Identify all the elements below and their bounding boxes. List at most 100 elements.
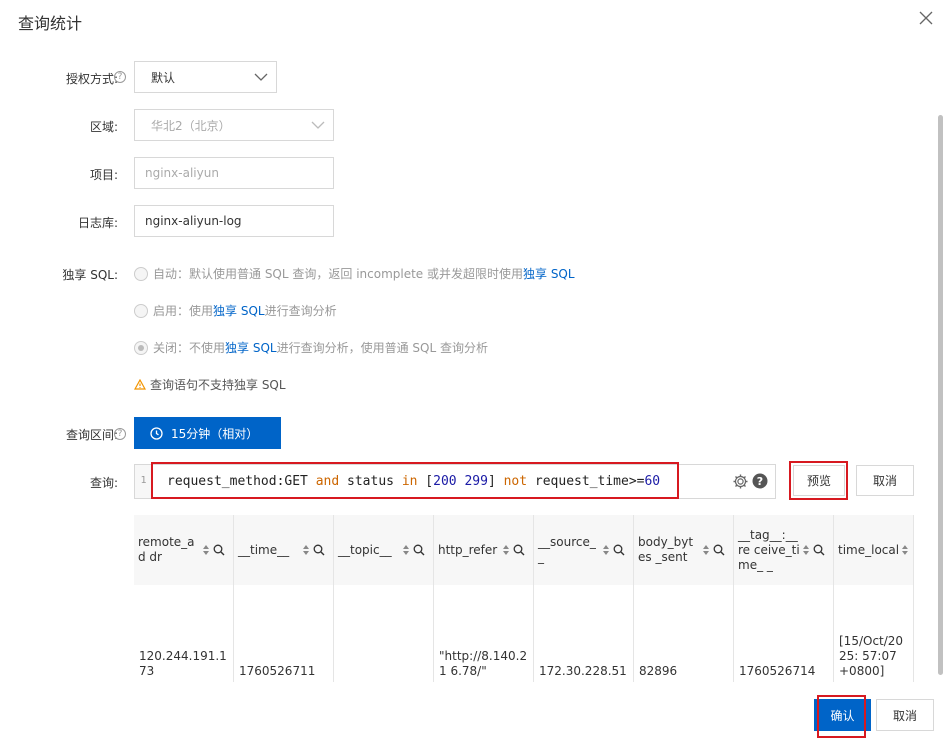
search-icon[interactable] [813, 544, 825, 556]
column-header-label: __time__ [238, 542, 290, 557]
radio-button[interactable] [134, 303, 148, 318]
search-icon[interactable] [513, 544, 525, 556]
column-header[interactable]: body_bytes _sent [634, 515, 734, 585]
query-token: ] [487, 474, 504, 489]
query-token: request_time>= [527, 474, 645, 489]
table-cell-value: 172.30.228.51 [539, 664, 627, 678]
close-icon[interactable] [916, 8, 936, 28]
column-header[interactable]: __topic__ [334, 515, 434, 585]
column-header-label: body_bytes _sent [638, 535, 694, 564]
sql-warning-text: 查询语句不支持独享 SQL [150, 378, 286, 392]
search-icon[interactable] [413, 544, 425, 556]
help-icon[interactable]: ? [114, 428, 126, 440]
auth-label: 授权方式: [65, 72, 118, 86]
radio-sql-enable[interactable]: 启用：使用 独享 SQL 进行查询分析 [134, 302, 337, 319]
cancel-button[interactable]: 取消 [876, 699, 934, 731]
sort-icon[interactable] [502, 544, 510, 556]
dedicated-sql-label: 独享 SQL: [62, 268, 118, 282]
query-token: and [315, 474, 340, 489]
column-header[interactable]: http_refer [434, 515, 534, 585]
table-cell-value: 1760526714 [739, 664, 816, 678]
query-token: not [503, 474, 528, 489]
query-token: in [401, 474, 418, 489]
column-header[interactable]: __time__ [234, 515, 334, 585]
project-label: 项目: [89, 168, 118, 182]
radio-sql-auto[interactable]: 自动：默认使用普通 SQL 查询，返回 incomplete 或并发超限时使用 … [134, 265, 575, 282]
logstore-field-value: nginx-aliyun-log [145, 214, 242, 228]
svg-text:?: ? [757, 475, 763, 488]
column-header[interactable]: time_local [834, 515, 914, 585]
region-select: 华北2（北京） [134, 109, 334, 141]
sort-icon[interactable] [202, 544, 210, 556]
column-header-label: __topic__ [338, 542, 392, 557]
radio-sql-disable-suffix: 进行查询分析，使用普通 SQL 查询分析 [276, 341, 488, 355]
query-editor[interactable]: 1 request_method:GET and status in [200 … [134, 464, 776, 499]
query-cancel-button[interactable]: 取消 [856, 465, 914, 496]
dedicated-sql-link[interactable]: 独享 SQL [213, 302, 265, 319]
radio-sql-disable[interactable]: 关闭：不使用 独享 SQL 进行查询分析，使用普通 SQL 查询分析 [134, 339, 488, 356]
sql-warning: 查询语句不支持独享 SQL [134, 376, 286, 393]
sort-icon[interactable] [702, 544, 710, 556]
radio-sql-enable-text: 启用：使用 [153, 304, 214, 318]
table-header: remote_ad dr __time__ __topic__ http_refer _… [134, 515, 914, 585]
search-icon[interactable] [213, 544, 225, 556]
column-header-label: __source__ [538, 535, 596, 564]
logstore-label: 日志库: [77, 216, 118, 230]
query-code[interactable]: request_method:GET and status in [200 29… [153, 474, 660, 489]
help-circle-icon[interactable]: ? [752, 473, 768, 489]
gear-icon[interactable] [732, 473, 749, 490]
radio-button-checked[interactable] [134, 340, 148, 355]
table-cell: 1760526714 [734, 585, 834, 682]
table-cell-value: 1760526711 [239, 664, 316, 678]
query-token: request_method:GET [167, 474, 316, 489]
radio-sql-disable-text: 关闭：不使用 [153, 341, 226, 355]
sort-icon[interactable] [802, 544, 810, 556]
column-header-label: time_local [838, 542, 900, 557]
region-label: 区域: [89, 120, 118, 134]
sort-icon[interactable] [901, 544, 909, 556]
warning-icon [134, 379, 146, 390]
query-token: 60 [644, 474, 661, 489]
table-cell: 1760526711 [234, 585, 334, 682]
column-header[interactable]: __source__ [534, 515, 634, 585]
sort-icon[interactable] [602, 544, 610, 556]
search-icon[interactable] [713, 544, 725, 556]
query-label: 查询: [89, 476, 118, 490]
column-header-label: http_refer [438, 542, 498, 557]
range-label: 查询区间: [65, 428, 118, 442]
time-range-value: 15分钟（相对） [171, 426, 259, 441]
scrollbar[interactable] [938, 115, 943, 675]
radio-sql-auto-text: 自动：默认使用普通 SQL 查询，返回 incomplete 或并发超限时使用 [153, 267, 523, 281]
query-token: 200 [433, 474, 457, 489]
confirm-button[interactable]: 确认 [814, 699, 871, 731]
dedicated-sql-link[interactable]: 独享 SQL [523, 265, 575, 282]
sort-icon[interactable] [302, 544, 310, 556]
clock-icon [150, 426, 163, 440]
table-cell-value: 82896 [639, 664, 678, 678]
auth-select[interactable]: 默认 [134, 61, 277, 93]
time-range-button[interactable]: 15分钟（相对） [134, 417, 281, 449]
query-token: status [339, 474, 402, 489]
dedicated-sql-link[interactable]: 独享 SQL [225, 339, 277, 356]
preview-button[interactable]: 预览 [793, 465, 845, 496]
search-icon[interactable] [613, 544, 625, 556]
line-number: 1 [135, 465, 153, 498]
table-cell-value: [15/Oct/2025: 57:07 +0800] [839, 634, 904, 678]
project-field: nginx-aliyun [134, 157, 334, 189]
search-icon[interactable] [313, 544, 325, 556]
table-cell-value: "http://8.140.21 6.78/" [439, 649, 528, 678]
chevron-down-icon [254, 73, 268, 81]
column-header[interactable]: __tag__:__re ceive_time_ _ [734, 515, 834, 585]
table-cell: "http://8.140.21 6.78/" [434, 585, 534, 682]
region-select-value: 华北2（北京） [151, 118, 231, 133]
table-cell-value: 120.244.191.173 [139, 649, 227, 678]
help-icon[interactable]: ? [114, 71, 126, 83]
radio-button[interactable] [134, 266, 148, 281]
table-row: 120.244.191.173 1760526711 "http://8.140.2… [134, 585, 914, 682]
project-field-value: nginx-aliyun [145, 166, 219, 180]
column-header[interactable]: remote_ad dr [134, 515, 234, 585]
sort-icon[interactable] [402, 544, 410, 556]
column-header-label: __tag__:__re ceive_time_ _ [738, 527, 800, 572]
logstore-field[interactable]: nginx-aliyun-log [134, 205, 334, 237]
table-cell: 172.30.228.51 [534, 585, 634, 682]
